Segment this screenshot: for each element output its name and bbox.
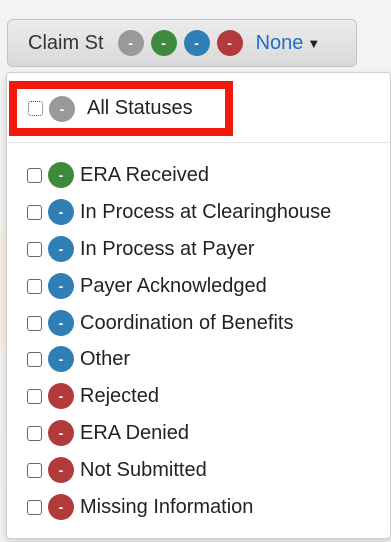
status-option-label: Missing Information bbox=[80, 495, 254, 518]
status-dot-blue-icon: - bbox=[48, 273, 74, 299]
status-checkbox[interactable] bbox=[27, 499, 42, 515]
status-checkbox[interactable] bbox=[27, 425, 42, 441]
all-statuses-option[interactable]: - All Statuses bbox=[9, 81, 233, 136]
status-dot-gray-icon: - bbox=[117, 30, 144, 56]
filter-label: Claim St bbox=[28, 31, 104, 54]
status-option-label: Payer Acknowledged bbox=[80, 274, 267, 297]
status-option-label: ERA Denied bbox=[80, 421, 189, 444]
status-dot-blue-icon: - bbox=[48, 346, 74, 372]
status-option-in-process-at-clearinghouse[interactable]: - In Process at Clearinghouse bbox=[27, 197, 331, 227]
status-checkbox[interactable] bbox=[27, 462, 42, 478]
status-option-coordination-of-benefits[interactable]: - Coordination of Benefits bbox=[27, 308, 293, 338]
status-option-era-received[interactable]: - ERA Received bbox=[27, 160, 209, 190]
all-statuses-label: All Statuses bbox=[87, 97, 193, 119]
status-checkbox[interactable] bbox=[27, 351, 42, 367]
status-option-other[interactable]: - Other bbox=[27, 344, 130, 374]
status-option-label: ERA Received bbox=[80, 163, 209, 186]
status-dot-blue-icon: - bbox=[48, 236, 74, 262]
menu-divider bbox=[8, 142, 390, 143]
status-dot-green-icon: - bbox=[48, 162, 74, 188]
status-option-in-process-at-payer[interactable]: - In Process at Payer bbox=[27, 234, 255, 264]
status-option-era-denied[interactable]: - ERA Denied bbox=[27, 418, 189, 448]
status-option-missing-information[interactable]: - Missing Information bbox=[27, 492, 253, 522]
status-option-label: Not Submitted bbox=[80, 458, 207, 481]
status-dot-gray-icon: - bbox=[49, 95, 75, 122]
status-option-rejected[interactable]: - Rejected bbox=[27, 381, 159, 411]
status-dot-green-icon: - bbox=[150, 30, 177, 56]
status-option-payer-acknowledged[interactable]: - Payer Acknowledged bbox=[27, 271, 267, 301]
status-dot-red-icon: - bbox=[48, 457, 74, 483]
claim-status-filter-button[interactable]: Claim St - - - - None ▼ bbox=[7, 19, 357, 67]
status-option-label: In Process at Payer bbox=[80, 237, 255, 260]
status-option-label: Coordination of Benefits bbox=[80, 311, 294, 334]
status-checkbox[interactable] bbox=[27, 315, 42, 331]
status-option-label: Other bbox=[80, 347, 131, 370]
status-dropdown-menu: - All Statuses - ERA Received - In Proce… bbox=[6, 72, 391, 539]
status-dot-red-icon: - bbox=[216, 30, 243, 56]
status-option-label: In Process at Clearinghouse bbox=[80, 200, 332, 223]
caret-down-icon: ▼ bbox=[307, 35, 321, 51]
filter-value: None bbox=[255, 31, 304, 54]
status-dot-red-icon: - bbox=[48, 420, 74, 446]
status-checkbox[interactable] bbox=[27, 388, 42, 404]
status-dot-red-icon: - bbox=[48, 494, 74, 520]
status-dot-blue-icon: - bbox=[183, 30, 210, 56]
status-option-not-submitted[interactable]: - Not Submitted bbox=[27, 455, 207, 485]
status-dot-blue-icon: - bbox=[48, 310, 74, 336]
status-checkbox[interactable] bbox=[27, 278, 42, 294]
status-checkbox[interactable] bbox=[27, 204, 42, 220]
status-dot-red-icon: - bbox=[48, 383, 74, 409]
status-checkbox[interactable] bbox=[27, 167, 42, 183]
status-option-label: Rejected bbox=[80, 384, 159, 407]
all-statuses-checkbox[interactable] bbox=[28, 101, 43, 116]
status-checkbox[interactable] bbox=[27, 241, 42, 257]
status-dot-blue-icon: - bbox=[48, 199, 74, 225]
